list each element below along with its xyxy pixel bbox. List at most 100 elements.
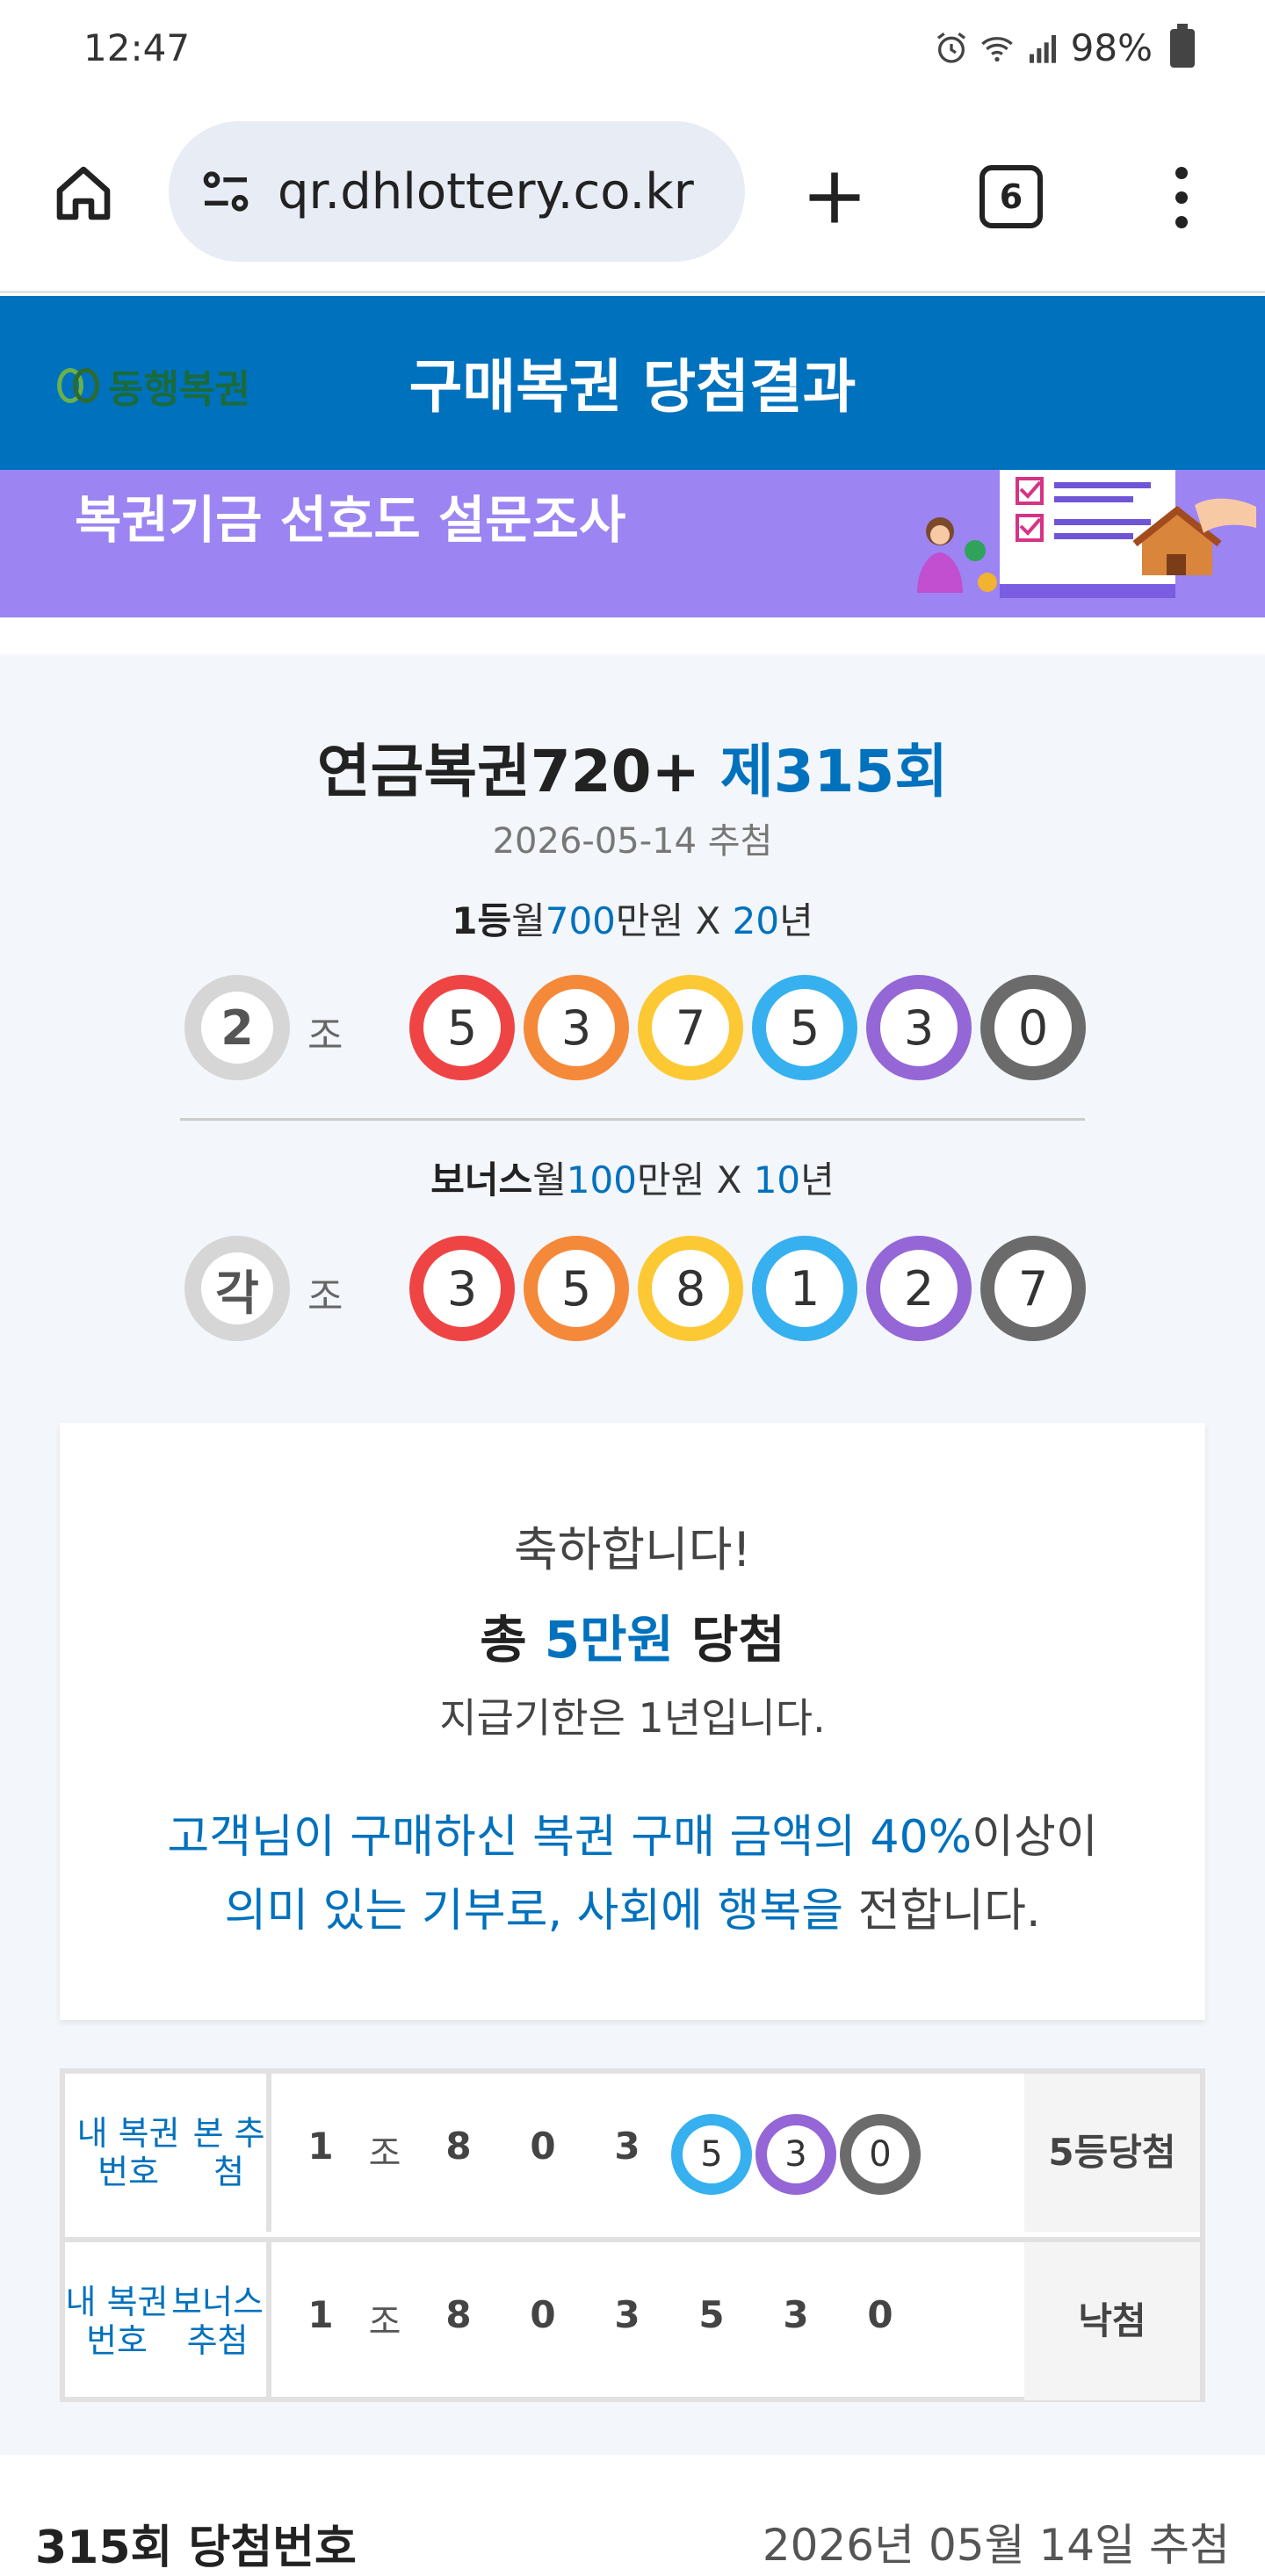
number-ball: 7	[980, 1236, 1086, 1341]
battery-icon	[1170, 23, 1195, 68]
group-number: 2	[199, 989, 276, 1066]
home-button[interactable]	[48, 158, 119, 228]
ticket-numbers: 1조803530	[277, 2074, 1024, 2232]
ticket-label: 내 복권 번호 보너스 추첨	[65, 2242, 271, 2400]
bonus-prize-numbers: 각 조 358127	[0, 1236, 1265, 1350]
ticket-number: 3	[767, 2125, 825, 2183]
matched-number-ball: 0	[840, 2114, 921, 2195]
ticket-result-line1: 낙첨	[1078, 2299, 1146, 2342]
ticket-label: 내 복권 번호 본 추첨	[65, 2074, 271, 2232]
ticket-jo-label: 조	[368, 2133, 401, 2174]
wifi-icon	[980, 36, 1013, 61]
ball-number: 2	[880, 1250, 958, 1327]
ticket-number: 0	[867, 2293, 893, 2336]
donation-line1-rest: 이상이	[972, 1811, 1098, 1864]
more-menu-button[interactable]	[1160, 158, 1204, 237]
new-tab-button[interactable]	[795, 158, 874, 237]
site-settings-icon[interactable]	[195, 161, 257, 222]
result-summary-card: 축하합니다! 총 5만원 당첨 지급기한은 1년입니다. 고객님이 구매하신 복…	[60, 1423, 1205, 2020]
donation-line2-highlight: 의미 있는 기부로, 사회에 행복을	[224, 1885, 844, 1937]
ticket-number: 3	[783, 2293, 809, 2336]
group-ball: 2	[184, 975, 290, 1080]
bonus-prize-info: 보너스월100만원 X 10년	[0, 1151, 1265, 1204]
prize-years: 20	[732, 899, 780, 942]
browser-toolbar: qr.dhlottery.co.kr 6	[0, 97, 1265, 293]
ticket-label-line1: 내 복권 번호	[76, 2114, 180, 2191]
total-post: 당첨	[673, 1610, 785, 1670]
group-ball: 각	[184, 1236, 290, 1341]
matched-number-ball: 3	[755, 2114, 836, 2195]
total-winnings: 총 5만원 당첨	[60, 1598, 1205, 1672]
number-ball: 5	[752, 975, 857, 1080]
matched-number-ball: 5	[671, 2114, 752, 2195]
prize-rank: 1등	[452, 899, 512, 942]
status-bar: 12:47 98%	[0, 0, 1265, 97]
survey-banner[interactable]: 복권기금 선호도 설문조사	[0, 470, 1265, 617]
prize-mid: 만원 X	[615, 899, 733, 942]
banner-text: 복권기금 선호도 설문조사	[75, 490, 626, 550]
prize-pre: 월	[532, 1158, 567, 1201]
prize-mid: 만원 X	[636, 1158, 754, 1201]
prize-years: 10	[753, 1158, 801, 1201]
jo-label: 조	[307, 1274, 343, 1319]
ticket-numbers: 1조803530	[277, 2242, 1024, 2400]
first-prize-numbers: 2 조 537530	[0, 975, 1265, 1089]
ticket-row: 내 복권 번호 본 추첨 1 조 8 0 3 5 3 0 5등 당첨	[65, 2074, 1200, 2232]
ticket-number: 5	[698, 2293, 725, 2336]
winning-numbers-title: 315회 당첨번호	[35, 2522, 357, 2574]
ticket-number: 8	[445, 2125, 472, 2168]
ticket-number: 3	[614, 2293, 640, 2336]
ball-number: 5	[538, 1250, 615, 1327]
total-amount: 5만원	[544, 1610, 674, 1670]
prize-amount: 700	[545, 899, 616, 942]
ticket-result-line1: 5등	[1048, 2131, 1109, 2174]
home-icon	[56, 166, 111, 220]
menu-dot	[1175, 191, 1188, 204]
number-ball: 5	[409, 975, 515, 1080]
ticket-label-line1: 내 복권 번호	[65, 2283, 169, 2360]
survey-illustration-icon	[917, 470, 1256, 598]
ball-number: 8	[652, 1250, 729, 1327]
ball-number: 3	[423, 1250, 501, 1327]
address-bar[interactable]: qr.dhlottery.co.kr	[169, 121, 745, 262]
main-content: 연금복권720+ 제315회 2026-05-14 추첨 1등월700만원 X …	[0, 654, 1265, 2455]
ball-number: 5	[423, 989, 501, 1066]
ticket-number: 8	[445, 2293, 472, 2336]
ticket-result: 낙첨	[1024, 2242, 1200, 2400]
number-ball: 3	[866, 975, 972, 1080]
draw-date: 2026-05-14 추첨	[492, 821, 773, 862]
ticket-row: 내 복권 번호 보너스 추첨 1 조 8 0 3 5 3 0 낙첨	[65, 2237, 1200, 2400]
prize-post: 년	[779, 899, 813, 942]
ticket-label-line2: 본 추첨	[192, 2114, 265, 2191]
number-ball: 5	[524, 1236, 629, 1341]
ball-number: 7	[652, 989, 729, 1066]
total-pre: 총	[480, 1610, 545, 1670]
battery-percent: 98%	[1070, 26, 1153, 69]
menu-dot	[1175, 167, 1188, 179]
ball-number: 0	[994, 989, 1072, 1066]
ticket-result: 5등 당첨	[1024, 2074, 1200, 2232]
prize-post: 년	[800, 1158, 835, 1201]
lottery-name: 연금복권720+	[316, 738, 720, 805]
page-title: 구매복권 당첨결과	[408, 353, 857, 421]
ticket-number: 0	[530, 2125, 556, 2168]
group-number: 각	[199, 1250, 276, 1327]
ticket-label-line2: 보너스 추첨	[171, 2283, 264, 2360]
ticket-number: 3	[614, 2125, 640, 2168]
prize-amount: 100	[566, 1158, 637, 1201]
divider	[180, 1118, 1085, 1121]
ticket-number: 5	[683, 2125, 741, 2183]
url-text: qr.dhlottery.co.kr	[278, 162, 694, 220]
ticket-result-line2: 당첨	[1108, 2131, 1176, 2174]
tab-switcher-button[interactable]: 6	[979, 165, 1043, 228]
donation-message: 고객님이 구매하신 복권 구매 금액의 40%이상이 의미 있는 기부로, 사회…	[60, 1800, 1205, 1948]
number-ball: 3	[409, 1236, 515, 1341]
lottery-round: 제315회	[719, 738, 949, 805]
ticket-jo-label: 조	[368, 2302, 401, 2342]
number-ball: 1	[752, 1236, 857, 1341]
payment-deadline: 지급기한은 1년입니다.	[439, 1694, 826, 1742]
prize-pre: 월	[511, 899, 546, 942]
alarm-icon	[936, 32, 965, 63]
ball-number: 7	[994, 1250, 1072, 1327]
my-tickets-table: 내 복권 번호 본 추첨 1 조 8 0 3 5 3 0 5등 당첨 내 복권 번호 보너스 추첨 1 조 8 0…	[60, 2068, 1205, 2402]
